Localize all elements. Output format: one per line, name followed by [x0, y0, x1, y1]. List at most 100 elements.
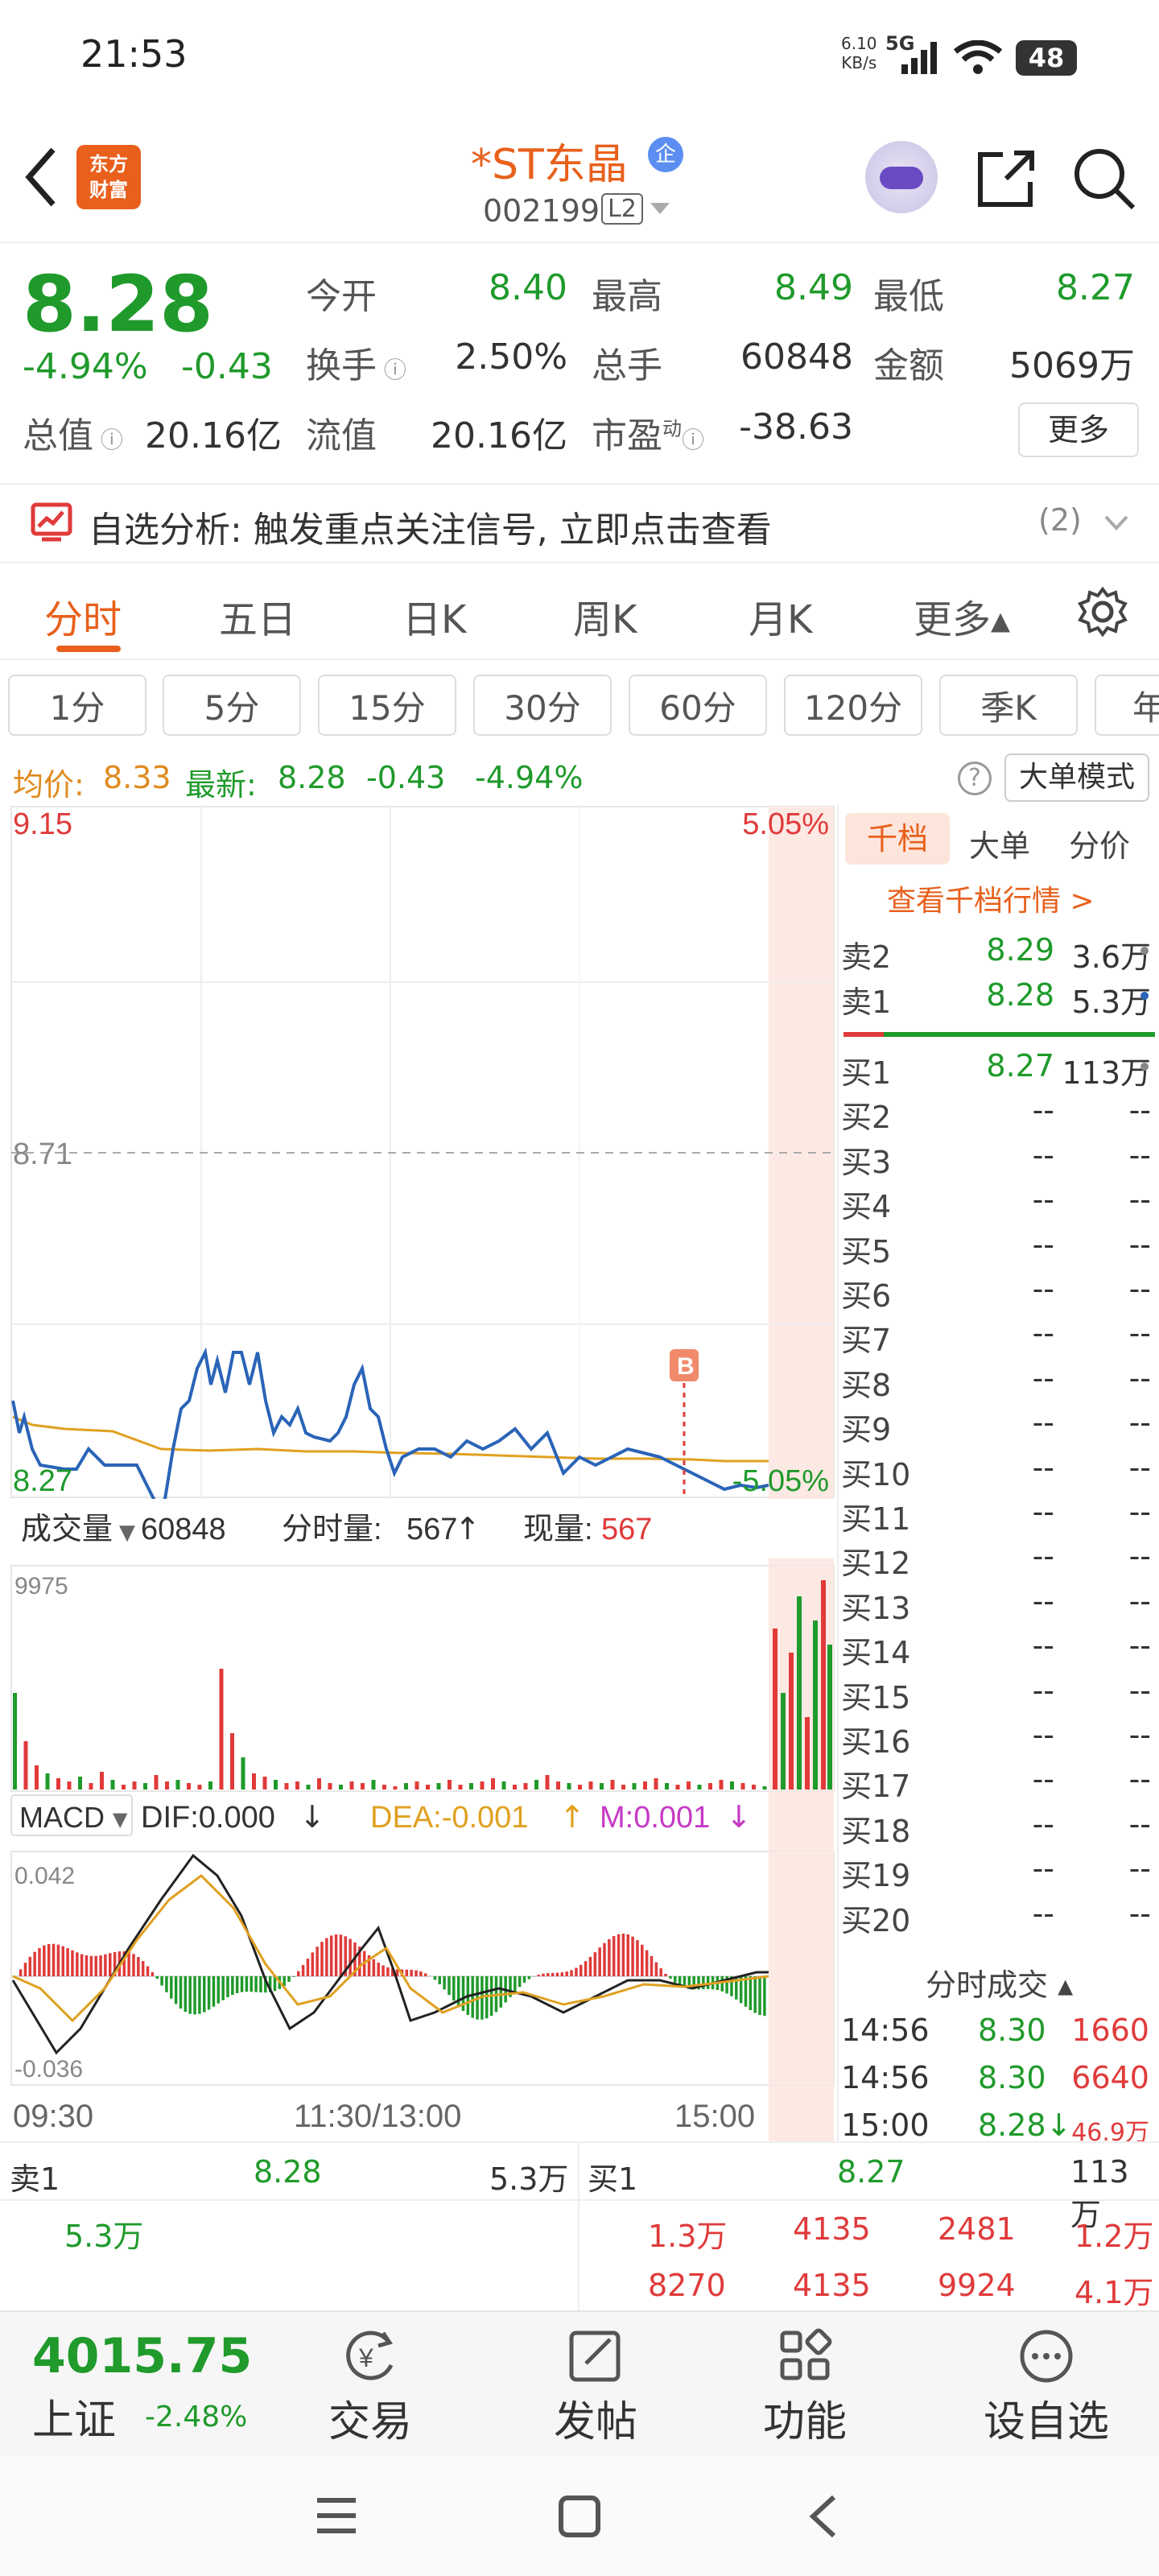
view-levels-link[interactable]: 查看千档行情 > — [887, 877, 1095, 919]
share-icon[interactable] — [974, 147, 1038, 211]
tab-monthly-k[interactable]: 月K — [749, 588, 812, 644]
period-5m[interactable]: 5分 — [163, 675, 301, 736]
macd-bar — [76, 1952, 79, 1976]
tab-daily-k[interactable]: 日K — [402, 588, 466, 644]
period-15m[interactable]: 15分 — [318, 675, 456, 736]
macd-bar — [127, 1952, 130, 1976]
order-level-row[interactable]: 买16 -- -- — [841, 1717, 1159, 1762]
macd-top-label: 0.042 — [14, 1863, 75, 1889]
tab-big-orders[interactable]: 大单 — [969, 821, 1030, 865]
order-level-row[interactable]: 买10 -- -- — [841, 1450, 1159, 1495]
order-level-row[interactable]: 买7 -- -- — [841, 1315, 1159, 1360]
macd-bar — [763, 1976, 766, 2017]
order-level-row[interactable]: 买19 -- -- — [841, 1851, 1159, 1896]
trades-title[interactable]: 分时成交 ▴ — [926, 1960, 1073, 2004]
macd-bar — [301, 1965, 305, 1976]
wifi-icon — [954, 40, 1002, 74]
tab-intraday[interactable]: 分时 — [44, 588, 122, 644]
macd-bar — [174, 1976, 178, 2004]
order-level-row[interactable]: 买4 -- -- — [841, 1182, 1159, 1227]
order-level-row[interactable]: 买12 -- -- — [841, 1538, 1159, 1583]
volume-bar — [781, 1693, 786, 1790]
period-selector: 1分 5分 15分 30分 60分 120分 季K 年 — [0, 668, 1159, 741]
tab-price-distribution[interactable]: 分价 — [1069, 821, 1130, 865]
order-level-row[interactable]: 买17 -- -- — [841, 1761, 1159, 1806]
macd-bar — [43, 1945, 46, 1976]
level-label: 买10 — [841, 1456, 911, 1492]
period-120m[interactable]: 120分 — [784, 675, 922, 736]
volume-bar — [404, 1783, 408, 1790]
macd-bar — [659, 1968, 662, 1976]
volume-bar — [274, 1780, 278, 1790]
home-icon[interactable] — [557, 2494, 602, 2539]
order-level-row[interactable]: 买6 -- -- — [841, 1271, 1159, 1316]
nav-features[interactable]: 功能 — [732, 2328, 877, 2448]
menu-icon[interactable] — [314, 2496, 359, 2536]
order-level-row[interactable]: 买9 -- -- — [841, 1405, 1159, 1450]
macd-bar — [654, 1962, 658, 1976]
period-60m[interactable]: 60分 — [629, 675, 767, 736]
level-label: 买7 — [841, 1323, 892, 1359]
order-level-row[interactable]: 卖2 8.29 3.6万 — [841, 932, 1159, 977]
macd-bar — [184, 1976, 188, 2013]
nav-trade[interactable]: ¥ 交易 — [298, 2328, 443, 2448]
buy-queue-item: 4135 — [793, 2268, 871, 2303]
analysis-banner[interactable]: 自选分析: 触发重点关注信号, 立即点击查看 (2) — [0, 483, 1159, 564]
level-label: 买11 — [841, 1501, 911, 1537]
stock-name[interactable]: *ST东晶 — [471, 130, 628, 191]
low-price-label: 8.27 — [13, 1464, 72, 1498]
macd-bar — [518, 1976, 522, 1988]
back-nav-icon[interactable] — [803, 2492, 842, 2541]
order-level-row[interactable]: 买8 -- -- — [841, 1360, 1159, 1406]
amount-value: 5069万 — [1009, 345, 1135, 386]
period-yearly-k[interactable]: 年 — [1095, 675, 1159, 736]
index-value: 4015.75 — [32, 2328, 253, 2384]
volume-bar — [208, 1781, 212, 1790]
order-level-row[interactable]: 买13 -- -- — [841, 1583, 1159, 1629]
buy-queue-item: 4.1万 — [1074, 2275, 1154, 2310]
order-level-row[interactable]: 买14 -- -- — [841, 1628, 1159, 1673]
macd-bar — [542, 1973, 545, 1976]
order-level-row[interactable]: 买18 -- -- — [841, 1806, 1159, 1852]
volume-bar — [230, 1733, 234, 1790]
gear-icon[interactable] — [1077, 586, 1128, 638]
bottom-nav: 4015.75 上证 -2.48% ¥ 交易 发帖 功能 设自选 — [0, 2310, 1159, 2455]
period-30m[interactable]: 30分 — [473, 675, 612, 736]
search-icon[interactable] — [1070, 145, 1138, 213]
order-level-row[interactable]: 买11 -- -- — [841, 1494, 1159, 1539]
buy-queue-item: 1.3万 — [648, 2219, 728, 2254]
order-level-row[interactable]: 买1 8.27 113万 — [841, 1048, 1159, 1093]
level-price: -- — [1032, 1449, 1054, 1485]
order-level-row[interactable]: 买2 -- -- — [841, 1092, 1159, 1137]
macd-bar — [499, 1976, 503, 2008]
order-level-row[interactable]: 买15 -- -- — [841, 1673, 1159, 1718]
macd-bar — [56, 1944, 60, 1976]
order-level-row[interactable]: 买5 -- -- — [841, 1227, 1159, 1272]
big-order-mode-button[interactable]: 大单模式 — [1004, 753, 1149, 802]
more-button[interactable]: 更多 — [1018, 402, 1139, 457]
chevron-down-icon[interactable] — [650, 203, 670, 214]
volume-bar — [361, 1783, 365, 1790]
order-level-row[interactable]: 卖1 8.28 5.3万 — [841, 977, 1159, 1022]
volume-label[interactable]: 成交量 — [21, 1513, 113, 1546]
tab-five-day[interactable]: 五日 — [219, 588, 296, 644]
tab-thousand-levels[interactable]: 千档 — [845, 813, 950, 865]
back-icon[interactable] — [21, 145, 61, 209]
period-quarterly-k[interactable]: 季K — [939, 675, 1078, 736]
order-level-row[interactable]: 买3 -- -- — [841, 1137, 1159, 1183]
volume-bar — [67, 1781, 72, 1790]
help-icon[interactable]: ? — [958, 762, 992, 795]
index-ticker[interactable]: 4015.75 上证 -2.48% — [32, 2328, 253, 2445]
nav-post[interactable]: 发帖 — [523, 2328, 668, 2448]
tab-weekly-k[interactable]: 周K — [573, 588, 637, 644]
macd-label[interactable]: MACD — [19, 1801, 105, 1834]
macd-bar — [94, 1955, 97, 1976]
nav-add-watchlist[interactable]: 设自选 — [974, 2328, 1119, 2448]
assistant-avatar[interactable] — [865, 141, 938, 213]
time-axis-noon: 11:30/13:00 — [294, 2099, 461, 2134]
order-level-row[interactable]: 买20 -- -- — [841, 1896, 1159, 1941]
level-volume: 5.3万 — [1071, 985, 1151, 1020]
macd-bar — [565, 1971, 568, 1976]
period-1m[interactable]: 1分 — [8, 675, 146, 736]
tab-more[interactable]: 更多▴ — [914, 588, 1010, 644]
